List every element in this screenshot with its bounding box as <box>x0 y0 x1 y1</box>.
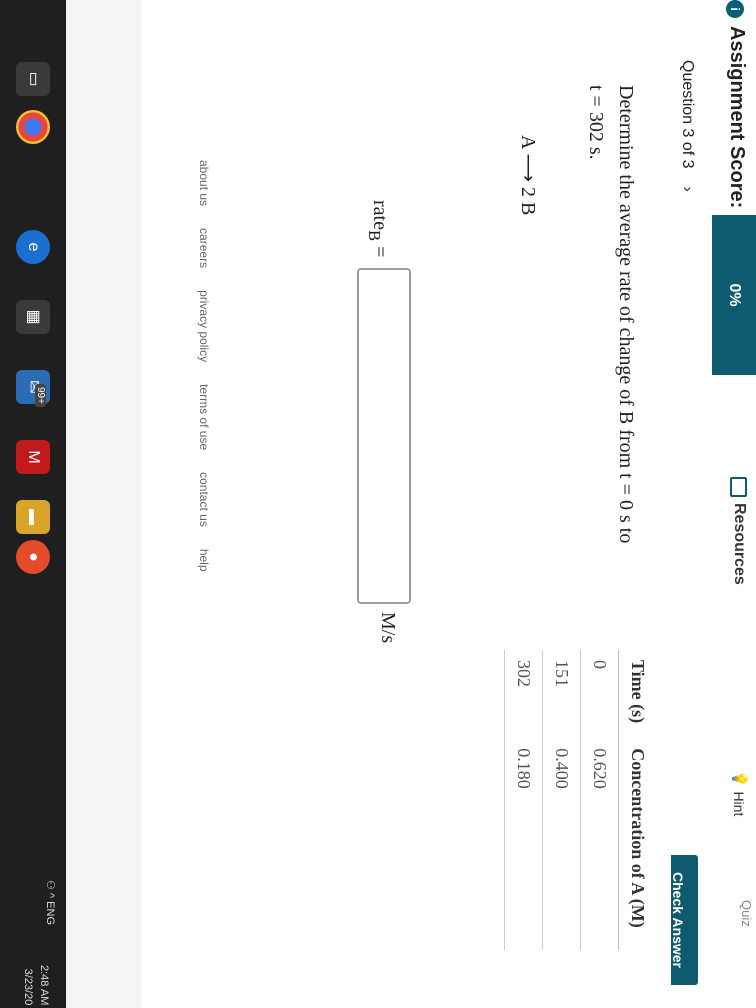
table-row: 0 0.620 <box>580 650 619 950</box>
careers-link[interactable]: careers <box>197 228 211 268</box>
rate-answer-input[interactable] <box>357 268 411 604</box>
browser-screen: Quiz i Assignment Score: 0% Resources 💡 … <box>0 0 756 1008</box>
chevron-right-icon[interactable]: › <box>678 187 696 192</box>
contact-us-link[interactable]: contact us <box>197 472 211 527</box>
table-row: 151 0.400 <box>542 650 581 950</box>
score-badge: 0% <box>712 215 756 375</box>
footer-links: about us careers privacy policy terms of… <box>197 160 211 572</box>
rate-subscript: B <box>365 229 384 242</box>
chrome-icon[interactable] <box>16 110 50 144</box>
concentration-cell: 0.400 <box>542 738 581 950</box>
table-row: 302 0.180 <box>504 650 543 950</box>
task-view-icon[interactable]: ▭ <box>16 62 50 96</box>
question-counter: Question 3 of 3 <box>679 60 696 169</box>
question-prompt: Determine the average rate of change of … <box>581 85 641 605</box>
clock[interactable]: 2:48 AM 3/23/20 <box>20 965 52 1005</box>
equals-sign: = <box>369 246 391 258</box>
system-tray[interactable]: ⚇ ^ ENG <box>42 880 58 925</box>
prompt-line-2: t = 302 s. <box>585 85 607 160</box>
concentration-header: Concentration of A (M) <box>618 738 656 950</box>
chevron-up-icon[interactable]: ^ <box>44 893 56 898</box>
time-header: Time (s) <box>618 650 656 739</box>
time-cell: 0 <box>580 650 619 739</box>
hint-label: Hint <box>731 791 748 817</box>
info-icon[interactable]: i <box>726 0 744 18</box>
terms-of-use-link[interactable]: terms of use <box>197 384 211 450</box>
concentration-cell: 0.620 <box>580 738 619 950</box>
help-link[interactable]: help <box>197 549 211 572</box>
mcafee-icon[interactable]: M <box>16 440 50 474</box>
table-header-row: Time (s) Concentration of A (M) <box>618 650 656 950</box>
prompt-line-1: Determine the average rate of change of … <box>615 85 637 544</box>
lightbulb-icon: 💡 <box>732 770 748 788</box>
time-cell: 302 <box>504 650 543 739</box>
hint-button[interactable]: 💡 Hint <box>731 770 749 817</box>
concentration-cell: 0.180 <box>504 738 543 950</box>
rate-label: rateB = <box>365 200 391 258</box>
quiz-label: Quiz <box>739 900 754 927</box>
mail-badge: 99+ <box>35 384 46 407</box>
people-icon[interactable]: ⚇ <box>44 880 56 890</box>
question-navigation[interactable]: Question 3 of 3 › <box>678 60 696 192</box>
app-icon[interactable]: ● <box>16 540 50 574</box>
time-cell: 151 <box>542 650 581 739</box>
file-explorer-icon[interactable]: ▬ <box>16 500 50 534</box>
resources-label: Resources <box>731 503 748 585</box>
resources-icon <box>730 477 748 497</box>
privacy-policy-link[interactable]: privacy policy <box>197 290 211 362</box>
about-us-link[interactable]: about us <box>197 160 211 206</box>
clock-date: 3/23/20 <box>22 968 34 1006</box>
windows-taskbar: ▭ e ▦ ✉ 99+ M ▬ ● ⚇ ^ ENG 2:48 AM 3/23/2… <box>0 0 66 1008</box>
store-icon[interactable]: ▦ <box>16 300 50 334</box>
resources-button[interactable]: Resources <box>730 477 748 585</box>
question-panel: Determine the average rate of change of … <box>141 0 671 1008</box>
reaction-equation: A ⟶ 2 B <box>517 135 539 216</box>
assignment-score-label: Assignment Score: <box>726 26 748 209</box>
clock-time: 2:48 AM <box>38 965 50 1006</box>
language-indicator[interactable]: ENG <box>44 901 56 925</box>
concentration-table: Time (s) Concentration of A (M) 0 0.620 … <box>504 650 656 950</box>
unit-label: M/s <box>377 612 399 644</box>
edge-icon[interactable]: e <box>16 230 50 264</box>
